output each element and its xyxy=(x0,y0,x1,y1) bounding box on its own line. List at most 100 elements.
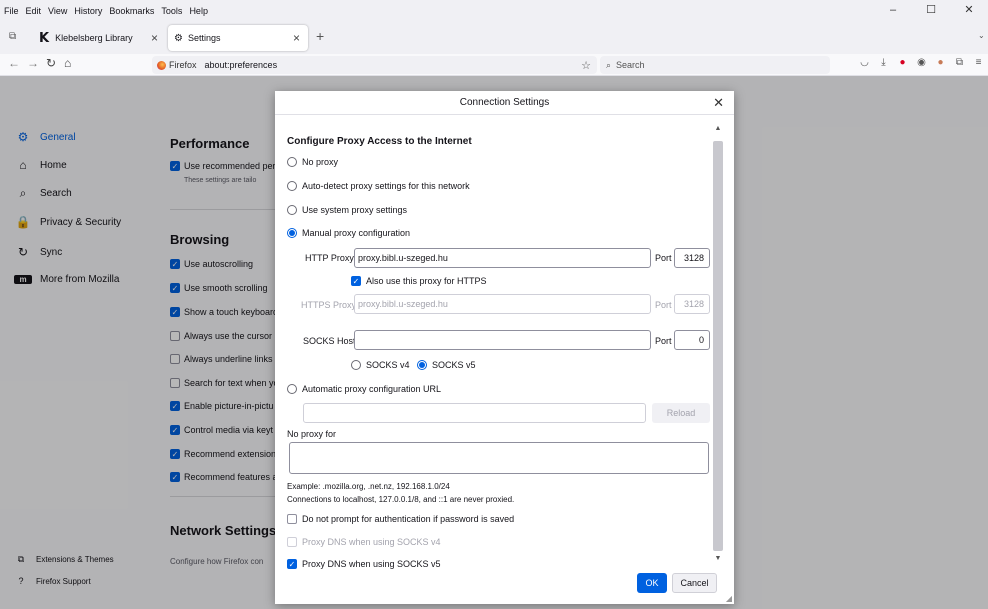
home-icon[interactable]: ⌂ xyxy=(64,56,71,70)
socks-host-input[interactable] xyxy=(354,330,651,350)
https-port-label: Port xyxy=(655,300,672,310)
radio-icon xyxy=(287,181,297,191)
example-text: Example: .mozilla.org, .net.nz, 192.168.… xyxy=(287,482,450,491)
no-proxy-radio[interactable]: No proxy xyxy=(287,157,338,167)
checkbox-unchecked-icon xyxy=(287,514,297,524)
scroll-down-icon[interactable]: ▼ xyxy=(713,555,723,562)
list-tabs-icon[interactable]: ⌄ xyxy=(978,31,985,40)
new-tab-icon[interactable]: + xyxy=(316,28,324,44)
maximize-button[interactable]: ☐ xyxy=(912,0,950,21)
socks-v5-radio[interactable]: SOCKS v5 xyxy=(417,360,476,370)
identity-chip[interactable]: Firefox xyxy=(157,60,197,70)
reload-button[interactable]: Reload xyxy=(652,403,710,423)
radio-label: Manual proxy configuration xyxy=(302,228,411,238)
bookmark-star-icon[interactable]: ☆ xyxy=(581,59,591,72)
resize-grip-icon[interactable]: ◢ xyxy=(726,594,732,603)
menu-view[interactable]: View xyxy=(48,6,67,16)
http-proxy-label: HTTP Proxy xyxy=(305,253,354,263)
url-bar[interactable]: Firefox about:preferences ☆ xyxy=(152,56,597,74)
close-tab-icon[interactable]: × xyxy=(151,31,158,45)
socks-port-input[interactable]: 0 xyxy=(674,330,710,350)
gear-icon: ⚙ xyxy=(174,32,183,44)
minimize-button[interactable]: – xyxy=(874,0,912,21)
proxy-heading: Configure Proxy Access to the Internet xyxy=(287,136,472,147)
dialog-title: Connection Settings xyxy=(275,91,734,115)
auto-detect-radio[interactable]: Auto-detect proxy settings for this netw… xyxy=(287,181,470,191)
dialog-scrollbar[interactable]: ▲ ▼ xyxy=(713,123,723,563)
radio-icon xyxy=(287,157,297,167)
checkbox-label: Also use this proxy for HTTPS xyxy=(366,276,487,286)
radio-icon xyxy=(351,360,361,370)
menu-bar: File Edit View History Bookmarks Tools H… xyxy=(0,0,988,21)
menu-tools[interactable]: Tools xyxy=(161,6,182,16)
menu-icon[interactable]: ≡ xyxy=(969,57,988,68)
close-icon[interactable]: ✕ xyxy=(713,95,724,111)
radio-label: Use system proxy settings xyxy=(302,205,408,215)
no-prompt-auth-checkbox[interactable]: Do not prompt for authentication if pass… xyxy=(287,514,514,524)
scroll-up-icon[interactable]: ▲ xyxy=(713,125,723,132)
radio-icon xyxy=(287,384,297,394)
menu-help[interactable]: Help xyxy=(189,6,208,16)
radio-label: Auto-detect proxy settings for this netw… xyxy=(302,181,470,191)
manual-proxy-radio[interactable]: Manual proxy configuration xyxy=(287,228,410,238)
proxy-dns-socks-v4-checkbox[interactable]: Proxy DNS when using SOCKS v4 xyxy=(287,537,441,547)
reload-icon[interactable]: ↻ xyxy=(46,56,56,70)
no-proxy-for-textarea[interactable] xyxy=(289,442,709,474)
no-proxy-for-label: No proxy for xyxy=(287,429,337,439)
also-https-checkbox[interactable]: ✓ Also use this proxy for HTTPS xyxy=(351,276,487,286)
tab-strip: ⧉ K Klebelsberg Library × ⚙ Settings × +… xyxy=(0,21,988,54)
socks-v4-radio[interactable]: SOCKS v4 xyxy=(351,360,410,370)
checkbox-checked-icon: ✓ xyxy=(287,559,297,569)
auto-config-url-input[interactable] xyxy=(303,403,646,423)
radio-label: SOCKS v5 xyxy=(432,360,476,370)
checkbox-label: Do not prompt for authentication if pass… xyxy=(302,514,515,524)
close-tab-icon[interactable]: × xyxy=(293,31,300,45)
menu-edit[interactable]: Edit xyxy=(26,6,42,16)
https-port-input[interactable]: 3128 xyxy=(674,294,710,314)
toolbar-icons: ◡ ⤓ ● ◉ ● ⧉ ≡ xyxy=(855,57,988,68)
radio-selected-icon xyxy=(417,360,427,370)
scrollbar-thumb[interactable] xyxy=(713,141,723,551)
https-proxy-label: HTTPS Proxy xyxy=(301,300,357,310)
system-proxy-radio[interactable]: Use system proxy settings xyxy=(287,205,407,215)
account-icon[interactable]: ◉ xyxy=(912,57,931,68)
menu-file[interactable]: File xyxy=(4,6,19,16)
ok-button[interactable]: OK xyxy=(637,573,667,593)
menu-history[interactable]: History xyxy=(74,6,102,16)
radio-selected-icon xyxy=(287,228,297,238)
socks-port-label: Port xyxy=(655,336,672,346)
checkbox-checked-icon: ✓ xyxy=(351,276,361,286)
window-controls: – ☐ ✕ xyxy=(874,0,988,21)
close-window-button[interactable]: ✕ xyxy=(950,0,988,21)
url-text: about:preferences xyxy=(204,60,278,70)
socks-host-label: SOCKS Host xyxy=(303,336,356,346)
navigation-bar: ← → ↻ ⌂ Firefox about:preferences ☆ ⌕ Se… xyxy=(0,54,988,76)
auto-config-url-radio[interactable]: Automatic proxy configuration URL xyxy=(287,384,441,394)
https-proxy-input[interactable]: proxy.bibl.u-szeged.hu xyxy=(354,294,651,314)
klebelsberg-favicon-icon: K xyxy=(39,30,50,46)
menu-bookmarks[interactable]: Bookmarks xyxy=(109,6,154,16)
adblock-icon[interactable]: ● xyxy=(893,57,912,68)
pocket-icon[interactable]: ◡ xyxy=(855,57,874,68)
search-placeholder: Search xyxy=(616,60,645,70)
http-port-label: Port xyxy=(655,253,672,263)
tab-settings[interactable]: ⚙ Settings × xyxy=(168,25,308,51)
downloads-icon[interactable]: ⤓ xyxy=(874,57,893,68)
extensions-icon[interactable]: ⧉ xyxy=(950,57,969,68)
extension-icon[interactable]: ● xyxy=(931,57,950,68)
tab-title: Klebelsberg Library xyxy=(55,33,133,43)
search-bar[interactable]: ⌕ Search xyxy=(600,56,830,74)
tab-klebelsberg-library[interactable]: K Klebelsberg Library × xyxy=(33,25,166,51)
http-proxy-input[interactable]: proxy.bibl.u-szeged.hu xyxy=(354,248,651,268)
checkbox-disabled-icon xyxy=(287,537,297,547)
back-icon[interactable]: ← xyxy=(8,56,20,70)
proxy-dns-socks-v5-checkbox[interactable]: ✓ Proxy DNS when using SOCKS v5 xyxy=(287,559,441,569)
forward-icon[interactable]: → xyxy=(27,56,39,70)
tab-overview-icon[interactable]: ⧉ xyxy=(9,31,16,42)
checkbox-label: Proxy DNS when using SOCKS v4 xyxy=(302,537,441,547)
localhost-note: Connections to localhost, 127.0.0.1/8, a… xyxy=(287,495,515,504)
tab-title: Settings xyxy=(187,33,221,43)
http-port-input[interactable]: 3128 xyxy=(674,248,710,268)
cancel-button[interactable]: Cancel xyxy=(672,573,717,593)
search-icon: ⌕ xyxy=(606,59,612,70)
